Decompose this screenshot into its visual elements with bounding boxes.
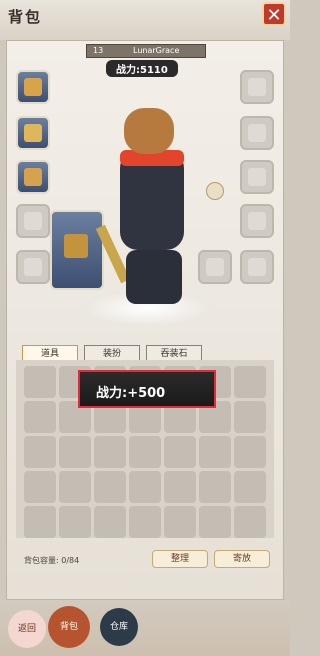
bag-nav-button[interactable]: 背包 xyxy=(48,606,90,648)
inventory-cell[interactable] xyxy=(24,471,56,503)
inventory-cell[interactable] xyxy=(234,436,266,468)
sort-button[interactable]: 整理 xyxy=(152,550,208,568)
equip-slot-empty[interactable] xyxy=(198,250,232,284)
character-legs xyxy=(126,250,182,304)
equip-slot-empty[interactable] xyxy=(240,250,274,284)
empty-slot-icon xyxy=(206,258,224,276)
character-name: LunarGrace xyxy=(133,46,180,55)
empty-slot-icon xyxy=(248,124,266,142)
inventory-cell[interactable] xyxy=(199,506,231,538)
power-popup-text: 战力:+500 xyxy=(96,386,166,401)
inventory-cell[interactable] xyxy=(129,471,161,503)
inventory-cell[interactable] xyxy=(164,436,196,468)
inventory-cell[interactable] xyxy=(94,436,126,468)
inventory-cell[interactable] xyxy=(94,471,126,503)
weapon-slot[interactable] xyxy=(50,210,104,290)
inventory-cell[interactable] xyxy=(129,436,161,468)
power-popup: 战力:+500 xyxy=(78,370,216,408)
inventory-cell[interactable] xyxy=(234,401,266,433)
weapon-icon xyxy=(64,234,88,258)
inventory-cell[interactable] xyxy=(129,506,161,538)
info-icon[interactable] xyxy=(206,182,224,200)
page-title: 背包 xyxy=(8,8,43,26)
equip-slot-empty[interactable] xyxy=(240,70,274,104)
equip-slot-empty[interactable] xyxy=(16,204,50,238)
empty-slot-icon xyxy=(248,168,266,186)
amulet-icon xyxy=(24,78,42,96)
equip-slot-empty[interactable] xyxy=(240,204,274,238)
empty-slot-icon xyxy=(248,78,266,96)
inventory-cell[interactable] xyxy=(59,436,91,468)
armor-icon xyxy=(24,124,42,142)
inventory-cell[interactable] xyxy=(24,436,56,468)
storage-button[interactable]: 寄放 xyxy=(214,550,270,568)
inventory-cell[interactable] xyxy=(164,506,196,538)
power-value: 5110 xyxy=(140,65,168,76)
warehouse-nav-button[interactable]: 仓库 xyxy=(100,608,138,646)
equip-slot-empty[interactable] xyxy=(240,160,274,194)
equip-slot-boots[interactable] xyxy=(16,160,50,194)
empty-slot-icon xyxy=(24,212,42,230)
inventory-cell[interactable] xyxy=(94,506,126,538)
character-level-bar: 13 LunarGrace xyxy=(86,44,206,58)
return-button[interactable]: 返回 xyxy=(8,610,46,648)
character-head xyxy=(124,108,174,154)
equip-slot-armor[interactable] xyxy=(16,116,50,150)
equip-slot-empty[interactable] xyxy=(16,250,50,284)
empty-slot-icon xyxy=(248,212,266,230)
inventory-cell[interactable] xyxy=(59,471,91,503)
inventory-cell[interactable] xyxy=(24,506,56,538)
inventory-cell[interactable] xyxy=(234,506,266,538)
header xyxy=(0,0,290,40)
power-label: 战力: xyxy=(116,65,140,76)
power-badge: 战力:5110 xyxy=(106,60,178,77)
close-icon[interactable]: ✕ xyxy=(262,2,286,26)
inventory-cell[interactable] xyxy=(199,436,231,468)
inventory-cell[interactable] xyxy=(199,471,231,503)
inventory-cell[interactable] xyxy=(234,366,266,398)
inventory-cell[interactable] xyxy=(24,366,56,398)
bag-capacity: 背包容量: 0/84 xyxy=(24,556,80,565)
empty-slot-icon xyxy=(24,258,42,276)
equip-slot-empty[interactable] xyxy=(240,116,274,150)
boots-icon xyxy=(24,168,42,186)
equip-slot-amulet[interactable] xyxy=(16,70,50,104)
inventory-cell[interactable] xyxy=(24,401,56,433)
inventory-cell[interactable] xyxy=(234,471,266,503)
inventory-cell[interactable] xyxy=(164,471,196,503)
inventory-cell[interactable] xyxy=(59,506,91,538)
empty-slot-icon xyxy=(248,258,266,276)
level-text: 13 xyxy=(93,46,104,55)
